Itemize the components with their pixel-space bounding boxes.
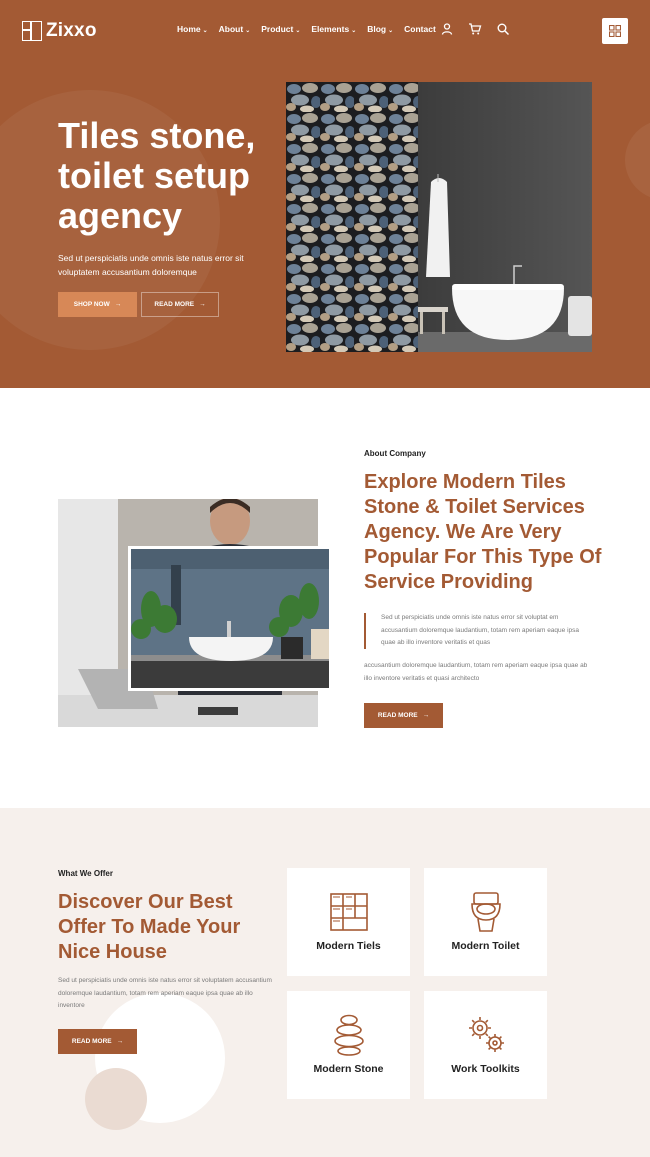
menu-item-about[interactable]: About ⌄ — [219, 24, 251, 34]
chevron-down-icon: ⌄ — [388, 28, 394, 34]
about-read-more-button[interactable]: READ MORE → — [364, 703, 443, 728]
offer-section: What We Offer Discover Our Best Offer To… — [0, 808, 650, 1157]
hero-read-more-button[interactable]: READ MORE → — [141, 292, 219, 317]
shop-now-button[interactable]: SHOP NOW → — [58, 292, 137, 317]
logo[interactable]: Zixxo — [22, 20, 97, 42]
logo-text: Zixxo — [46, 20, 97, 41]
arrow-right-icon: → — [114, 301, 122, 308]
menu-item-elements[interactable]: Elements ⌄ — [311, 24, 356, 34]
top-navigation: Zixxo Home ⌄ About ⌄ Product ⌄ Elements ⌄ Bl… — [0, 0, 650, 62]
search-icon[interactable] — [496, 22, 510, 36]
logo-mark-icon — [22, 21, 42, 41]
tiles-icon — [329, 893, 368, 931]
about-title: Explore Modern Tiles Stone & Toilet Serv… — [364, 471, 602, 593]
about-subtitle: About Company — [364, 449, 426, 458]
offer-card-modern-stone[interactable]: Modern Stone — [287, 991, 410, 1099]
toilet-icon — [470, 892, 501, 932]
stone-stack-icon — [333, 1014, 364, 1056]
offer-card-modern-toilet[interactable]: Modern Toilet — [424, 868, 547, 976]
arrow-right-icon: → — [116, 1038, 124, 1045]
main-menu: Home ⌄ About ⌄ Product ⌄ Elements ⌄ Blog ⌄ Co… — [177, 24, 447, 34]
hero-bathroom-image — [286, 82, 592, 352]
user-icon[interactable] — [440, 22, 454, 36]
chevron-down-icon: ⌄ — [351, 28, 357, 34]
menu-item-blog[interactable]: Blog ⌄ — [367, 24, 393, 34]
grid-menu-icon — [609, 25, 621, 37]
about-bathroom-image — [128, 546, 332, 691]
about-text-secondary: accusantium doloremque laudantium, totam… — [364, 662, 588, 682]
arrow-right-icon: → — [422, 712, 430, 719]
chevron-down-icon: ⌄ — [295, 28, 301, 34]
card-label: Modern Tiels — [316, 940, 381, 952]
hero-section: Zixxo Home ⌄ About ⌄ Product ⌄ Elements ⌄ Bl… — [0, 0, 650, 388]
cart-icon[interactable] — [468, 22, 482, 36]
hero-title: Tiles stone, toilet setup agency — [58, 115, 256, 236]
card-label: Modern Toilet — [451, 940, 520, 952]
hero-description: Sed ut perspiciatis unde omnis iste natu… — [58, 253, 244, 277]
menu-item-home[interactable]: Home ⌄ — [177, 24, 208, 34]
offer-read-more-button[interactable]: READ MORE → — [58, 1029, 137, 1054]
decorative-circle — [85, 1068, 147, 1130]
chevron-down-icon: ⌄ — [202, 28, 208, 34]
gears-icon — [468, 1017, 504, 1052]
offer-card-work-toolkits[interactable]: Work Toolkits — [424, 991, 547, 1099]
about-text-primary: Sed ut perspiciatis unde omnis iste natu… — [381, 614, 579, 646]
card-label: Work Toolkits — [451, 1063, 520, 1075]
quote-divider — [364, 613, 366, 649]
chevron-down-icon: ⌄ — [245, 28, 251, 34]
arrow-right-icon: → — [199, 301, 206, 308]
grid-menu-button[interactable] — [602, 18, 628, 44]
offer-description: Sed ut perspiciatis unde omnis iste natu… — [58, 977, 272, 1009]
decorative-circle — [625, 120, 650, 200]
offer-subtitle: What We Offer — [58, 869, 113, 878]
offer-card-modern-tiels[interactable]: Modern Tiels — [287, 868, 410, 976]
menu-item-product[interactable]: Product ⌄ — [261, 24, 300, 34]
offer-title: Discover Our Best Offer To Made Your Nic… — [58, 891, 241, 963]
menu-item-contact[interactable]: Contact — [404, 24, 436, 34]
card-label: Modern Stone — [313, 1063, 384, 1075]
